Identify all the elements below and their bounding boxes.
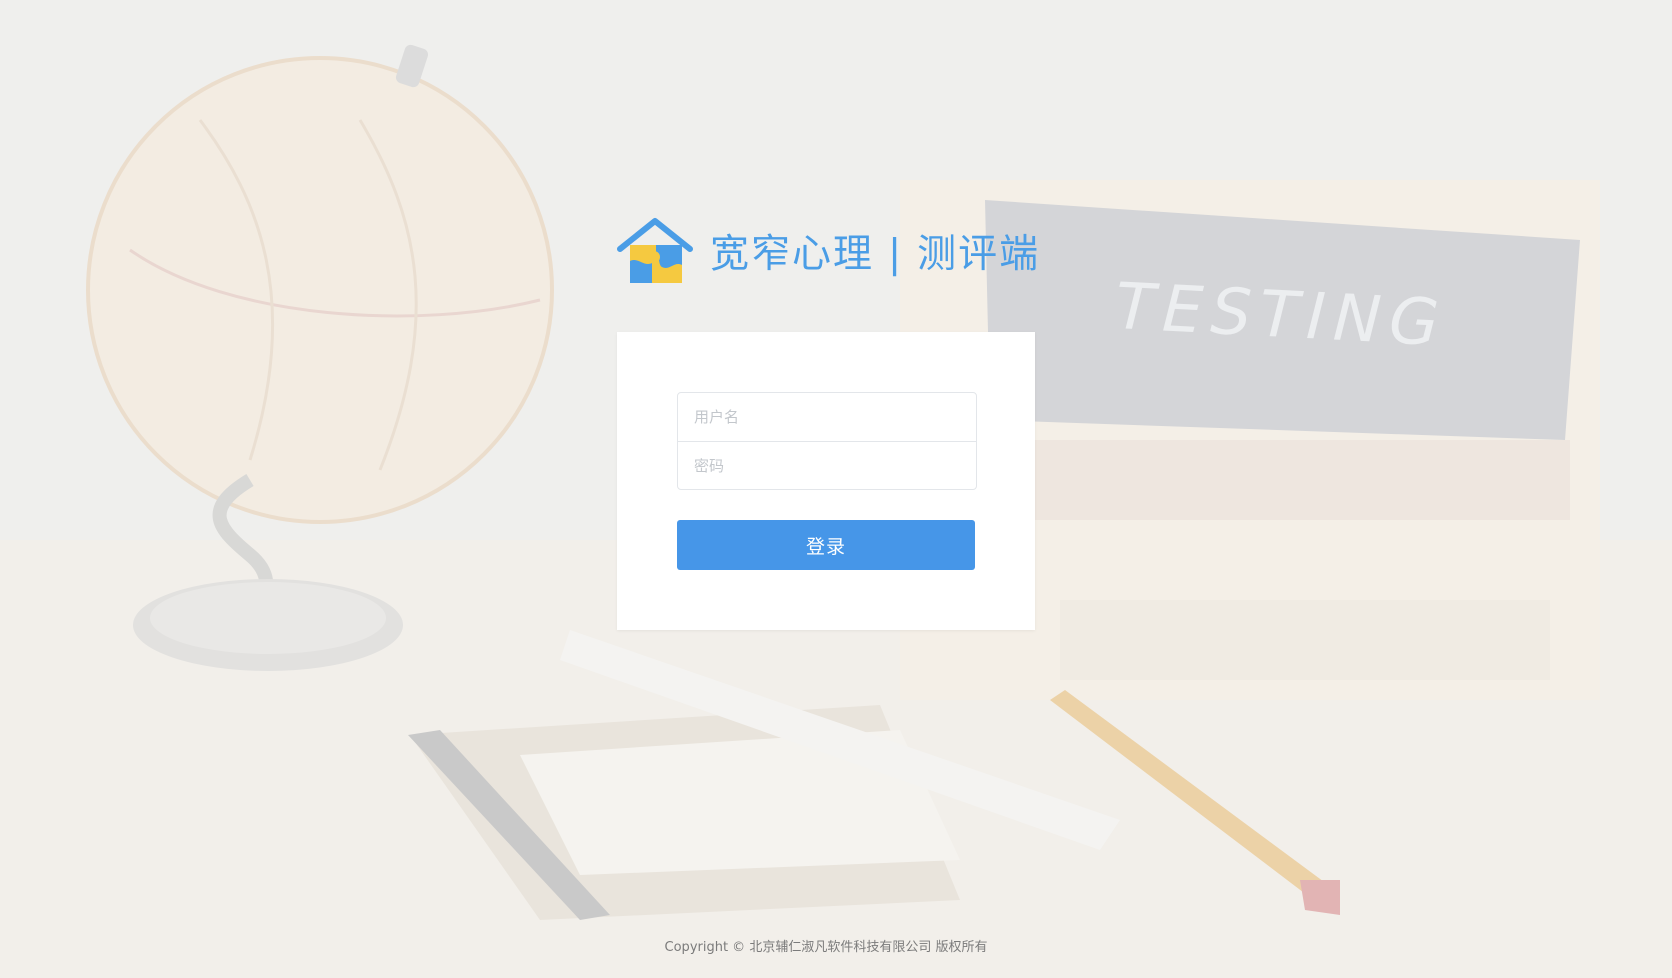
credentials-group	[677, 392, 977, 490]
house-puzzle-logo-icon	[617, 218, 693, 283]
brand-subtitle: 测评端	[917, 232, 1041, 277]
brand-header: 宽窄心理 | 测评端	[616, 216, 1040, 286]
brand-separator: |	[888, 232, 904, 277]
login-button[interactable]: 登录	[677, 520, 975, 570]
copyright-footer: Copyright © 北京辅仁淑凡软件科技有限公司 版权所有	[664, 940, 988, 955]
brand-title: 宽窄心理 | 测评端	[710, 223, 1040, 279]
brand-name: 宽窄心理	[710, 232, 875, 277]
login-card: 登录	[617, 332, 1035, 630]
username-input[interactable]	[678, 393, 976, 441]
password-input[interactable]	[678, 441, 976, 489]
